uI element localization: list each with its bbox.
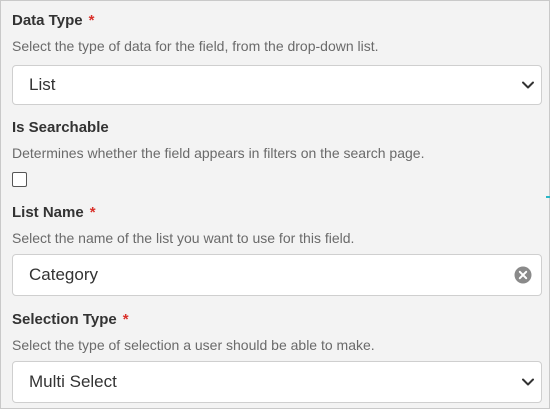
list-name-label: List Name * <box>12 204 96 221</box>
is-searchable-help: Determines whether the field appears in … <box>12 145 425 161</box>
required-indicator: * <box>88 12 95 29</box>
clear-icon[interactable] <box>514 266 532 284</box>
list-name-input[interactable]: Category <box>12 254 542 296</box>
required-indicator: * <box>89 204 96 221</box>
data-type-field: Data Type * Select the type of data for t… <box>12 12 542 105</box>
selection-type-help: Select the type of selection a user shou… <box>12 337 375 353</box>
list-name-help: Select the name of the list you want to … <box>12 230 355 246</box>
selection-type-value: Multi Select <box>29 372 117 391</box>
data-type-value: List <box>29 75 56 94</box>
selection-type-label: Selection Type * <box>12 311 129 328</box>
list-name-value: Category <box>29 265 98 284</box>
list-name-field: List Name * Select the name of the list y… <box>12 204 542 296</box>
selection-type-field: Selection Type * Select the type of selec… <box>12 311 542 403</box>
data-type-label: Data Type * <box>12 12 95 29</box>
chevron-down-icon <box>522 378 534 386</box>
data-type-help: Select the type of data for the field, f… <box>12 38 379 54</box>
chevron-down-icon <box>522 81 534 89</box>
edge-marker <box>546 196 550 198</box>
data-type-select[interactable]: List <box>12 65 542 105</box>
is-searchable-field: Is Searchable Determines whether the fie… <box>12 119 542 187</box>
is-searchable-checkbox[interactable] <box>12 172 27 187</box>
required-indicator: * <box>122 311 129 328</box>
selection-type-select[interactable]: Multi Select <box>12 361 542 403</box>
is-searchable-label: Is Searchable <box>12 119 109 136</box>
